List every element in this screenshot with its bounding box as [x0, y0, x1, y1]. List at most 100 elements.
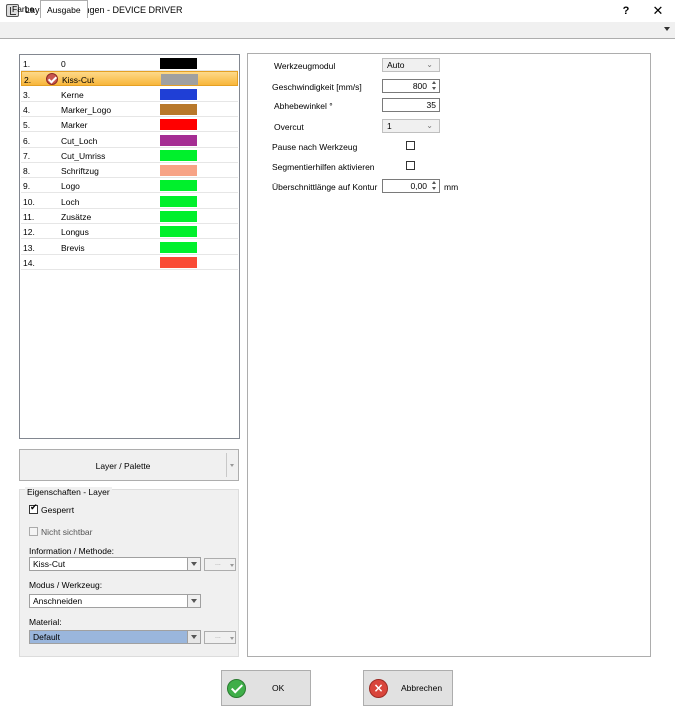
- layer-number: 3.: [23, 89, 31, 100]
- chevron-down-icon[interactable]: [187, 558, 200, 570]
- layer-color-swatch[interactable]: [160, 119, 197, 131]
- layer-number: 12.: [23, 227, 35, 238]
- tab-farbe[interactable]: Farbe: [6, 2, 40, 17]
- layer-name: Schriftzug: [61, 166, 99, 177]
- info-method-combo[interactable]: Kiss-Cut: [29, 557, 201, 571]
- layer-list[interactable]: 1. 0 2. Kiss-Cut 3. Kerne 4. Marker_Logo 5. Marke…: [19, 54, 240, 439]
- layer-name: 0: [61, 59, 66, 69]
- layer-color-swatch[interactable]: [160, 241, 197, 253]
- layer-row[interactable]: 3. Kerne: [21, 87, 238, 102]
- layer-row[interactable]: 6. Cut_Loch: [21, 133, 238, 148]
- layer-color-swatch[interactable]: [160, 58, 197, 69]
- layer-name: Loch: [61, 196, 80, 207]
- segment-label: Segmentierhilfen aktivieren: [272, 162, 375, 172]
- layer-name: Longus: [61, 227, 89, 238]
- spin-down-icon[interactable]: [432, 87, 436, 90]
- mode-tool-value: Anschneiden: [33, 596, 83, 606]
- layer-color-swatch[interactable]: [160, 149, 197, 161]
- lift-angle-value: 35: [426, 100, 436, 110]
- layer-color-swatch[interactable]: [160, 180, 197, 192]
- layer-row[interactable]: 9. Logo: [21, 178, 238, 194]
- locked-checkbox[interactable]: [29, 503, 38, 514]
- layer-row[interactable]: 12. Longus: [21, 224, 238, 240]
- overcut-dropdown[interactable]: 1 ⌄: [382, 119, 440, 133]
- layer-name: Logo: [61, 181, 80, 192]
- info-method-value: Kiss-Cut: [33, 559, 66, 569]
- layer-color-swatch[interactable]: [160, 103, 197, 115]
- speed-spinner[interactable]: 800: [382, 79, 440, 93]
- cancel-label: Abbrechen: [401, 683, 443, 693]
- material-value: Default: [33, 632, 60, 642]
- layer-row[interactable]: 8. Schriftzug: [21, 163, 238, 179]
- layer-number: 2.: [24, 75, 32, 86]
- dropdown-arrow-icon[interactable]: [230, 464, 234, 467]
- layer-row[interactable]: 14.: [21, 255, 238, 270]
- layer-color-swatch[interactable]: [160, 211, 197, 222]
- layer-row[interactable]: 11. Zusätze: [21, 209, 238, 224]
- overcut-label: Overcut: [274, 122, 304, 132]
- overlap-label: Überschnittlänge auf Kontur: [272, 182, 378, 192]
- spin-down-icon[interactable]: [432, 187, 436, 190]
- ellipsis-label: ...: [215, 633, 221, 640]
- pause-checkbox[interactable]: [406, 141, 415, 150]
- layer-name: Marker_Logo: [61, 104, 112, 115]
- ok-label: OK: [272, 683, 285, 693]
- spin-up-icon[interactable]: [432, 81, 436, 84]
- layer-row[interactable]: 5. Marker: [21, 117, 238, 133]
- layer-name: Zusätze: [61, 212, 92, 222]
- locked-label: Gesperrt: [41, 505, 75, 515]
- layer-row[interactable]: 2. Kiss-Cut: [21, 71, 238, 87]
- dropdown-arrow-icon: [230, 564, 234, 567]
- spin-up-icon[interactable]: [432, 181, 436, 184]
- tab-ausgabe[interactable]: Ausgabe: [40, 0, 88, 18]
- layer-number: 1.: [23, 59, 31, 69]
- layer-palette-label: Layer / Palette: [95, 461, 151, 471]
- info-method-extra-button[interactable]: ...: [204, 558, 236, 571]
- tool-module-dropdown[interactable]: Auto ⌄: [382, 58, 440, 72]
- speed-value: 800: [412, 81, 427, 91]
- layer-row[interactable]: 13. Brevis: [21, 240, 238, 255]
- mode-tool-combo[interactable]: Anschneiden: [29, 594, 201, 608]
- layer-name: Brevis: [61, 242, 85, 253]
- layer-number: 14.: [23, 257, 35, 268]
- layer-number: 11.: [23, 212, 35, 222]
- layer-name: Kiss-Cut: [62, 75, 95, 86]
- layer-color-swatch[interactable]: [160, 195, 197, 207]
- close-button[interactable]: ✕: [647, 1, 669, 21]
- layer-row[interactable]: 4. Marker_Logo: [21, 102, 238, 117]
- segment-checkbox[interactable]: [406, 161, 415, 170]
- layer-number: 13.: [23, 242, 35, 253]
- material-extra-button[interactable]: ...: [204, 631, 236, 644]
- chevron-down-icon[interactable]: [187, 631, 200, 643]
- layer-color-swatch[interactable]: [160, 134, 197, 146]
- material-combo[interactable]: Default: [29, 630, 201, 644]
- layer-color-swatch[interactable]: [160, 88, 197, 100]
- layer-properties-title: Eigenschaften - Layer: [25, 487, 112, 497]
- chevron-down-icon[interactable]: [187, 595, 200, 607]
- overlap-unit: mm: [444, 182, 459, 192]
- speed-label: Geschwindigkeit [mm/s]: [272, 82, 362, 92]
- help-button[interactable]: ?: [616, 1, 636, 21]
- layer-color-swatch[interactable]: [160, 256, 197, 268]
- layer-color-swatch[interactable]: [160, 226, 197, 238]
- layer-number: 6.: [23, 135, 31, 146]
- hidden-label: Nicht sichtbar: [41, 527, 93, 537]
- layer-row[interactable]: 7. Cut_Umriss: [21, 148, 238, 163]
- layer-row[interactable]: 10. Loch: [21, 194, 238, 209]
- ellipsis-label: ...: [215, 560, 221, 567]
- check-badge-icon: [46, 73, 58, 86]
- tab-overflow-arrow-icon[interactable]: [664, 27, 670, 31]
- layer-number: 7.: [23, 150, 31, 161]
- ok-button[interactable]: OK: [221, 670, 311, 706]
- lift-angle-input[interactable]: 35: [382, 98, 440, 112]
- layer-number: 8.: [23, 166, 31, 177]
- layer-row[interactable]: 1. 0: [21, 56, 238, 71]
- layer-color-swatch[interactable]: [160, 165, 197, 177]
- cancel-button[interactable]: × Abbrechen: [363, 670, 453, 706]
- layer-number: 9.: [23, 181, 31, 192]
- layer-palette-button[interactable]: Layer / Palette: [19, 449, 239, 481]
- layer-color-swatch[interactable]: [161, 74, 198, 86]
- hidden-checkbox[interactable]: [29, 527, 38, 536]
- overlap-value: 0,00: [410, 181, 427, 191]
- overlap-spinner[interactable]: 0,00: [382, 179, 440, 193]
